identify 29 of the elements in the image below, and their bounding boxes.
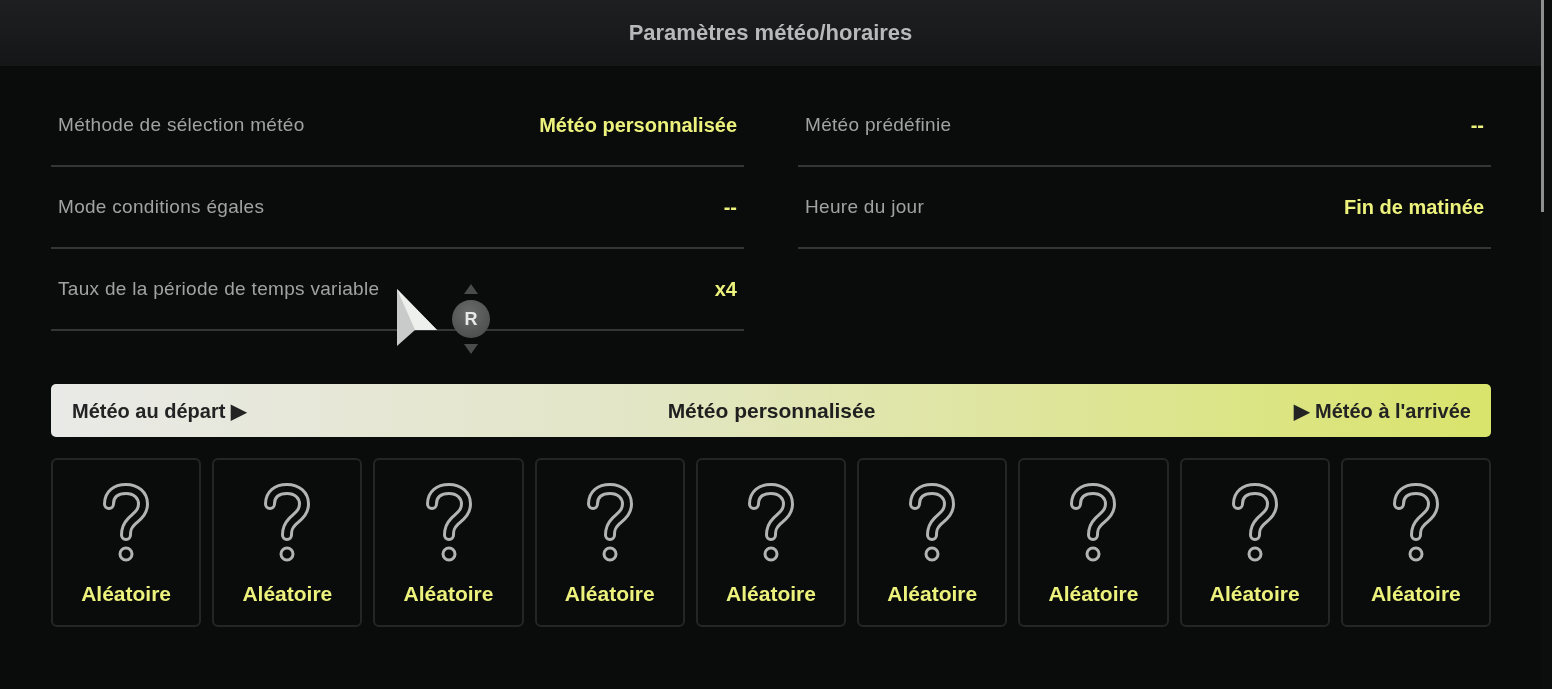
window-title: Paramètres météo/horaires xyxy=(628,20,913,46)
setting-label: Méthode de sélection météo xyxy=(58,114,305,136)
weather-slot-button[interactable]: Aléatoire xyxy=(1018,458,1169,627)
weather-slot-button[interactable]: Aléatoire xyxy=(1179,458,1330,627)
question-mark-icon xyxy=(745,483,797,563)
r-button-hint: R xyxy=(452,300,490,338)
up-triangle-icon xyxy=(464,284,478,294)
weather-slot-button[interactable]: Aléatoire xyxy=(212,458,363,627)
down-triangle-icon xyxy=(464,344,478,354)
weather-slot-button[interactable]: Aléatoire xyxy=(534,458,685,627)
setting-label: Mode conditions égales xyxy=(58,196,265,218)
weather-slot-button[interactable]: Aléatoire xyxy=(51,458,202,627)
scrollbar-thumb[interactable] xyxy=(1541,0,1544,212)
weather-slot-button[interactable]: Aléatoire xyxy=(857,458,1008,627)
weather-slot-button[interactable]: Aléatoire xyxy=(1340,458,1491,627)
setting-value[interactable]: x4 xyxy=(714,277,737,301)
pointer-cursor-icon xyxy=(397,289,438,346)
setting-value[interactable]: -- xyxy=(1470,113,1484,137)
banner-title: Météo personnalisée xyxy=(667,398,876,423)
setting-label: Taux de la période de temps variable xyxy=(58,278,380,300)
start-weather-link[interactable]: Météo au départ ▶ xyxy=(72,398,246,423)
setting-label: Heure du jour xyxy=(805,196,925,218)
arrival-weather-link[interactable]: ▶ Météo à l'arrivée xyxy=(1294,398,1471,423)
setting-label: Météo prédéfinie xyxy=(805,114,952,136)
weather-slot-button[interactable]: Aléatoire xyxy=(373,458,524,627)
setting-value[interactable]: -- xyxy=(723,195,737,219)
setting-value[interactable]: Météo personnalisée xyxy=(539,113,737,137)
weather-slot-button[interactable]: Aléatoire xyxy=(695,458,847,627)
setting-value[interactable]: Fin de matinée xyxy=(1343,195,1484,219)
